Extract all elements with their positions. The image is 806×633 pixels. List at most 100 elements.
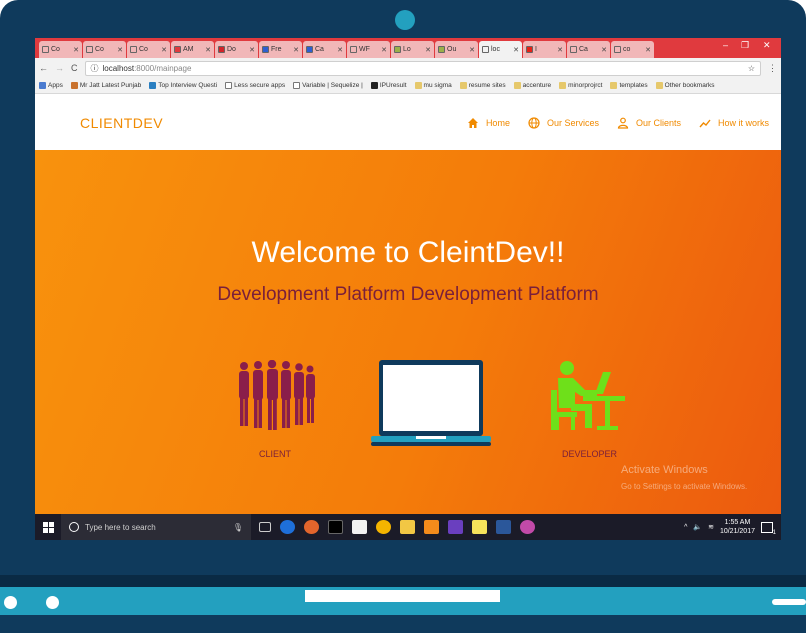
bookmark-item[interactable]: resume sites [459,82,506,89]
app-icon[interactable] [304,520,319,534]
brand-logo[interactable]: CLIENTDEV [80,115,163,131]
minimize-button[interactable]: – [723,40,728,50]
visual-studio-icon[interactable] [448,520,463,534]
clock[interactable]: 1:55 AM 10/21/2017 [720,518,755,536]
close-icon[interactable]: ✕ [205,46,211,54]
close-icon[interactable]: ✕ [425,46,431,54]
taskbar-search[interactable]: Type here to search 🎙 [61,514,251,540]
close-icon[interactable]: ✕ [161,46,167,54]
reload-icon[interactable]: C [71,63,78,73]
taskbar-apps [259,520,535,534]
windows-taskbar: Type here to search 🎙 ^ 🔈 ≋ 1:55 AM 10/2… [35,514,781,540]
browser-tab[interactable]: AM ✕ [171,41,214,58]
close-icon[interactable]: ✕ [293,46,299,54]
forward-icon[interactable]: → [55,63,64,73]
page-icon [218,46,225,53]
page-icon [570,46,577,53]
edge-icon[interactable] [280,520,295,534]
wifi-icon[interactable]: ≋ [708,523,714,531]
window-close-button[interactable]: ✕ [763,40,771,51]
bookmark-item[interactable]: Less secure apps [225,82,285,89]
browser-tab[interactable]: Ou ✕ [435,41,478,58]
browser-tab[interactable]: WF ✕ [347,41,390,58]
apps-icon [39,82,46,89]
close-icon[interactable]: ✕ [249,46,255,54]
browser-tab[interactable]: Ca ✕ [567,41,610,58]
sublime-icon[interactable] [424,520,439,534]
page-icon [394,46,401,53]
browser-tab-active[interactable]: loc ✕ [479,41,522,58]
volume-icon[interactable]: 🔈 [693,523,702,531]
star-icon[interactable]: ☆ [748,64,755,73]
chrome-icon[interactable] [376,520,391,534]
bookmark-item[interactable]: Variable | Sequelize | [293,82,363,89]
client-group-icon [239,360,315,430]
bookmark-item[interactable]: mu sigma [414,82,452,89]
page-icon [130,46,137,53]
sticky-notes-icon[interactable] [472,520,487,534]
browser-tab[interactable]: I ✕ [523,41,566,58]
browser-tab[interactable]: Co ✕ [83,41,126,58]
nav-services[interactable]: Our Services [528,116,599,129]
terminal-icon[interactable] [328,520,343,534]
url-field[interactable]: ⓘ localhost:8000/mainpage ☆ [84,60,761,76]
close-icon[interactable]: ✕ [469,46,475,54]
store-icon[interactable] [352,520,367,534]
word-icon[interactable] [496,520,511,534]
system-tray: ^ 🔈 ≋ 1:55 AM 10/21/2017 1 [684,514,776,540]
file-explorer-icon[interactable] [400,520,415,534]
bookmark-item[interactable]: accenture [513,82,551,89]
task-view-icon[interactable] [259,522,271,532]
bookmark-icon [149,82,157,89]
start-button[interactable] [35,514,61,540]
page-icon [86,46,93,53]
laptop-icon [371,360,491,446]
notification-icon[interactable]: 1 [761,521,776,536]
browser-tab[interactable]: Do ✕ [215,41,258,58]
menu-icon[interactable]: ⋮ [768,63,777,74]
close-icon[interactable]: ✕ [381,46,387,54]
bookmark-item[interactable]: minorprojrct [559,82,602,89]
close-icon[interactable]: ✕ [645,46,651,54]
browser-tab[interactable]: Co ✕ [39,41,82,58]
nav-clients[interactable]: Our Clients [617,117,681,129]
chevron-up-icon[interactable]: ^ [684,524,687,531]
google-icon [614,46,621,53]
folder-icon [459,82,467,89]
bookmark-item[interactable]: Other bookmarks [655,82,715,89]
folder-icon [610,82,618,89]
activate-windows-hint: Go to Settings to activate Windows. [621,482,748,491]
microphone-icon[interactable]: 🎙 [233,523,243,532]
youtube-icon [526,46,533,53]
bookmark-item[interactable]: Apps [39,82,63,89]
close-icon[interactable]: ✕ [117,46,123,54]
browser-tab[interactable]: Co ✕ [127,41,170,58]
home-icon [467,117,478,128]
bookmark-item[interactable]: Mr Jatt Latest Punjab [70,82,141,89]
laptop-base-edge [0,615,806,633]
close-icon[interactable]: ✕ [601,46,607,54]
laptop-screen: Co ✕ Co ✕ Co ✕ AM ✕ Do ✕ Fre ✕ Ca ✕ WF ✕ Lo ✕ Ou ✕… [35,38,781,540]
browser-tab[interactable]: Lo ✕ [391,41,434,58]
bookmark-item[interactable]: Top Interview Questi [149,82,217,89]
back-icon[interactable]: ← [39,63,48,73]
hero-section: Welcome to CleintDev!! Development Platf… [35,150,781,514]
bookmark-item[interactable]: IPUresult [370,82,407,89]
nav-how-it-works[interactable]: How it works [699,117,769,129]
hero-title: Welcome to CleintDev!! [251,236,565,269]
trend-icon [699,119,711,127]
bookmark-item[interactable]: templates [610,82,648,89]
nav-home[interactable]: Home [467,117,510,129]
browser-tab[interactable]: Ca ✕ [303,41,346,58]
page-icon [306,46,313,53]
close-icon[interactable]: ✕ [557,46,563,54]
windows-logo-icon [42,521,54,533]
app-icon[interactable] [520,520,535,534]
browser-tab[interactable]: Fre ✕ [259,41,302,58]
close-icon[interactable]: ✕ [337,46,343,54]
close-icon[interactable]: ✕ [73,46,79,54]
power-led-icon [4,596,17,609]
browser-tab[interactable]: co ✕ [611,41,654,58]
maximize-button[interactable]: ❐ [741,40,749,51]
close-icon[interactable]: ✕ [513,46,519,54]
